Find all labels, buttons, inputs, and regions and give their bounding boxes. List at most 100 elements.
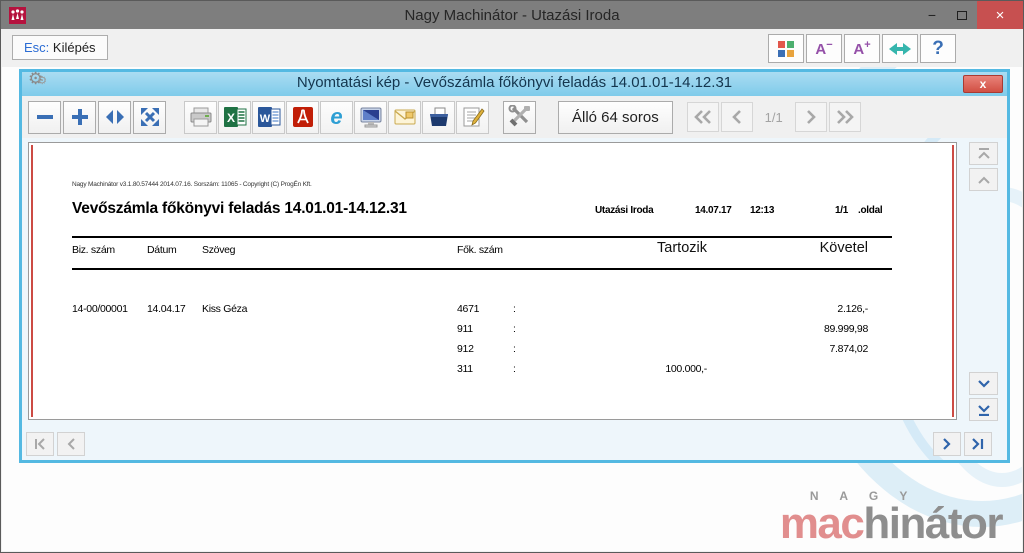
client-area: ⚙⚙ Nyomtatási kép - Vevőszámla főkönyvi … [2, 67, 1022, 551]
export-word-button[interactable]: W [252, 100, 285, 134]
cell-sep: : [513, 363, 516, 375]
send-to-screen-button[interactable] [354, 100, 387, 134]
preview-title: Nyomtatási kép - Vevőszámla főkönyvi fel… [296, 74, 733, 91]
pdf-icon [292, 107, 313, 127]
double-chevron-right-icon [836, 110, 854, 124]
preview-titlebar: ⚙⚙ Nyomtatási kép - Vevőszámla főkönyvi … [22, 69, 1007, 96]
appearance-buttons: A− A+ ? [768, 34, 956, 63]
double-chevron-left-icon [693, 110, 711, 124]
font-decrease-icon: A− [815, 39, 833, 58]
theme-button[interactable] [768, 34, 804, 63]
cell-sep: : [513, 303, 516, 315]
chevron-right-bar-icon [972, 438, 984, 450]
window-controls: − × [917, 1, 1023, 29]
settings-button[interactable] [503, 100, 536, 134]
chevron-right-icon [806, 110, 816, 124]
export-pdf-button[interactable] [286, 100, 319, 134]
titlebar: Nagy Machinátor - Utazási Iroda − × [1, 1, 1023, 29]
scroll-top-button[interactable] [969, 142, 998, 165]
cell-fok: 911 [457, 323, 473, 335]
color-grid-icon [778, 40, 794, 57]
col-biz-szam: Biz. szám [72, 244, 115, 256]
svg-text:W: W [259, 113, 270, 125]
brand-logo: N A G Y machinátor [780, 489, 1004, 546]
question-icon: ? [932, 37, 944, 59]
page-layout-button[interactable]: Álló 64 soros [558, 100, 673, 134]
cell-sep: : [513, 323, 516, 335]
report-time: 12:13 [750, 205, 775, 216]
chevron-down-bar-icon [977, 404, 990, 416]
col-datum: Dátum [147, 244, 177, 256]
report-page: Nagy Machinátor v3.1.80.57444 2014.07.16… [28, 142, 957, 420]
scroll-left-button[interactable] [57, 432, 85, 456]
chevron-up-icon [977, 176, 990, 184]
report-document: Nagy Machinátor v3.1.80.57444 2014.07.16… [29, 143, 956, 419]
cell-tartozik: 100.000,- [665, 363, 707, 375]
open-browser-button[interactable]: e [320, 100, 353, 134]
resize-button[interactable] [882, 34, 918, 63]
report-page-suffix: .oldal [858, 205, 883, 216]
chevron-left-icon [731, 110, 741, 124]
scroll-far-left-button[interactable] [26, 432, 54, 456]
next-page-button[interactable] [794, 102, 827, 132]
notepad-pencil-icon [463, 107, 485, 127]
col-kovetel: Követel [819, 240, 868, 256]
edit-notes-button[interactable] [456, 100, 489, 134]
report-app-info: Nagy Machinátor v3.1.80.57444 2014.07.16… [72, 181, 312, 188]
prev-page-button[interactable] [720, 102, 753, 132]
plus-icon [71, 109, 88, 125]
fit-page-button[interactable] [133, 100, 166, 134]
close-button[interactable]: × [977, 1, 1023, 29]
cell-kovetel: 7.874,02 [829, 343, 869, 355]
send-mail-button[interactable] [388, 100, 421, 134]
chevron-left-bar-icon [35, 438, 45, 450]
chevron-right-icon [943, 438, 951, 450]
preview-toolbar: X W e Álló 64 soros 1/1 [22, 96, 1007, 138]
scroll-down-button[interactable] [969, 372, 998, 395]
card-box-icon [429, 107, 448, 126]
tools-icon [508, 105, 530, 127]
report-office: Utazási Iroda [595, 205, 654, 216]
preview-area: Nagy Machinátor v3.1.80.57444 2014.07.16… [22, 138, 1007, 460]
cell-sep: : [513, 343, 516, 355]
font-increase-button[interactable]: A+ [844, 34, 880, 63]
col-tartozik: Tartozik [657, 240, 707, 256]
svg-text:X: X [226, 111, 234, 125]
report-date: 14.07.17 [695, 205, 732, 216]
chevron-down-icon [977, 379, 990, 388]
cell-kovetel: 2.126,- [837, 303, 868, 315]
col-fok-szam: Fők. szám [457, 244, 503, 256]
scroll-bottom-button[interactable] [969, 398, 998, 421]
zoom-out-button[interactable] [28, 100, 61, 134]
scroll-up-button[interactable] [969, 168, 998, 191]
fit-width-icon [105, 110, 124, 124]
help-button[interactable]: ? [920, 34, 956, 63]
divider [72, 268, 892, 270]
font-decrease-button[interactable]: A− [806, 34, 842, 63]
archive-button[interactable] [422, 100, 455, 134]
col-szoveg: Szöveg [202, 244, 236, 256]
esc-key-label: Esc: [24, 40, 50, 55]
maximize-button[interactable] [947, 1, 977, 29]
excel-icon: X [223, 107, 246, 127]
scroll-right-button[interactable] [933, 432, 961, 456]
print-button[interactable] [184, 100, 217, 134]
cell-kovetel: 89.999,98 [823, 323, 868, 335]
cell-fok: 4671 [457, 303, 480, 315]
divider [72, 236, 892, 238]
chevron-up-bar-icon [977, 147, 990, 159]
print-preview-window: ⚙⚙ Nyomtatási kép - Vevőszámla főkönyvi … [19, 69, 1010, 463]
export-excel-button[interactable]: X [218, 100, 251, 134]
fit-width-button[interactable] [98, 100, 131, 134]
preview-close-button[interactable]: x [963, 75, 1003, 93]
monitor-icon [360, 107, 381, 128]
minimize-button[interactable]: − [917, 1, 947, 29]
zoom-in-button[interactable] [63, 100, 96, 134]
page-indicator: 1/1 [764, 109, 783, 125]
cell-fok: 912 [457, 343, 474, 355]
envelope-icon [394, 109, 415, 125]
last-page-button[interactable] [828, 102, 861, 132]
scroll-far-right-button[interactable] [964, 432, 992, 456]
exit-button[interactable]: Esc: Kilépés [12, 35, 108, 60]
first-page-button[interactable] [686, 102, 719, 132]
